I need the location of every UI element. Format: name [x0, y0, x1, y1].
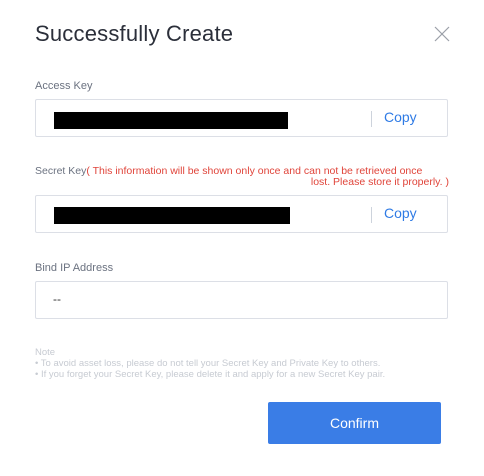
copy-secret-key-button[interactable]: Copy: [384, 205, 417, 221]
divider: [371, 207, 372, 223]
access-key-field: Copy: [35, 99, 448, 137]
secret-key-warning-continued: lost. Please store it properly. ): [310, 176, 449, 188]
divider: [371, 111, 372, 127]
secret-key-field: Copy: [35, 195, 448, 233]
bind-ip-value: --: [53, 292, 61, 306]
note-section: Note • To avoid asset loss, please do no…: [35, 347, 385, 380]
bind-ip-field: --: [35, 281, 448, 319]
access-key-value-redacted: [54, 112, 288, 129]
access-key-label: Access Key: [35, 80, 93, 92]
note-title: Note: [35, 347, 56, 358]
secret-key-value-redacted: [54, 207, 290, 224]
confirm-button[interactable]: Confirm: [268, 402, 441, 444]
dialog-title: Successfully Create: [35, 21, 234, 46]
note-item: • If you forget your Secret Key, please …: [35, 369, 386, 380]
success-dialog: Successfully Create Access Key Copy Secr…: [0, 0, 484, 476]
close-icon[interactable]: [432, 24, 452, 44]
bind-ip-label: Bind IP Address: [35, 262, 114, 274]
note-item: • To avoid asset loss, please do not tel…: [35, 358, 381, 369]
secret-key-label: Secret Key: [35, 165, 87, 177]
copy-access-key-button[interactable]: Copy: [384, 109, 417, 125]
secret-key-label-block: Secret Key( This information will be sho…: [35, 166, 449, 188]
